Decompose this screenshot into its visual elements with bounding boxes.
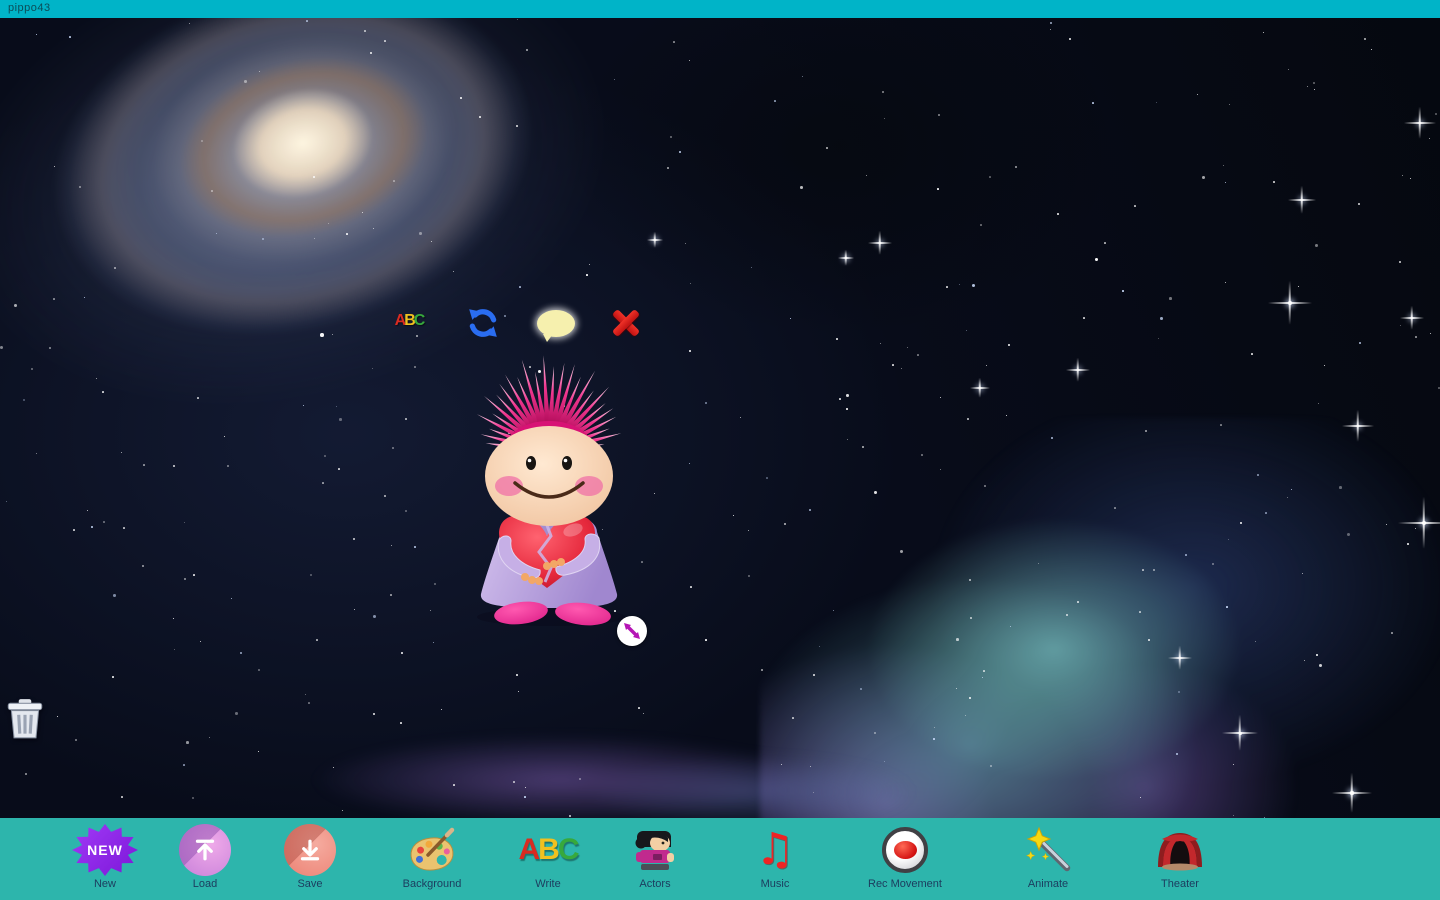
animate-label: Animate [1028,878,1068,890]
record-icon [882,827,928,873]
resize-handle-icon[interactable] [617,616,647,646]
stage[interactable]: ABC [0,18,1440,818]
troll-actor[interactable] [433,354,665,634]
rec-movement-label: Rec Movement [868,878,942,890]
titlebar: pippo43 [0,0,1440,18]
animate-button[interactable]: Animate [978,824,1118,898]
save-label: Save [297,878,322,890]
new-starburst-icon: NEW [72,824,138,876]
troll-face [485,426,613,526]
magic-wand-icon [1024,827,1072,873]
music-note-icon: ♫ [755,828,794,872]
girl-actor-icon [633,828,677,872]
actors-button[interactable]: Actors [585,824,725,898]
delete-x-icon[interactable] [608,305,644,341]
rotate-arrows [466,306,500,340]
main-toolbar: NEW New Load Save Background ABC Write A… [0,818,1440,900]
new-label: New [94,878,116,890]
text-icon[interactable]: ABC [393,306,425,336]
save-icon [284,824,336,876]
rotate-icon[interactable] [466,306,500,340]
speech-bubble-icon[interactable] [537,310,575,337]
theater-curtain-icon [1156,829,1204,871]
load-icon [179,824,231,876]
dark-nebula-background [560,18,1120,338]
theater-button[interactable]: Theater [1110,824,1250,898]
music-button[interactable]: ♫ Music [705,824,845,898]
window-title: pippo43 [8,2,51,14]
theater-label: Theater [1161,878,1199,890]
palette-icon [408,827,456,873]
rec-movement-button[interactable]: Rec Movement [835,824,975,898]
save-button[interactable]: Save [240,824,380,898]
music-label: Music [761,878,790,890]
background-label: Background [403,878,462,890]
write-label: Write [535,878,560,890]
trash-icon[interactable] [2,698,48,740]
load-label: Load [193,878,217,890]
actors-label: Actors [639,878,670,890]
abc-write-icon: ABC [518,833,577,867]
purple-nebula-band-background [180,708,940,818]
